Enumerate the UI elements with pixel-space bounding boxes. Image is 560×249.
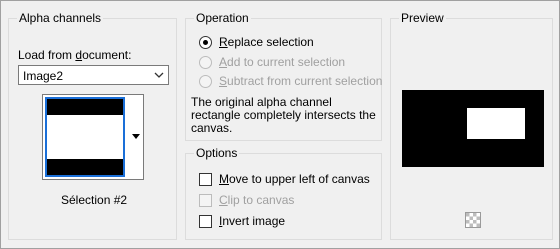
- dialog-body: Alpha channels Load from document: Image…: [0, 0, 560, 249]
- load-from-prefix: Load from: [18, 48, 76, 62]
- alpha-channels-group: Alpha channels Load from document: Image…: [8, 11, 177, 240]
- channel-thumbnail-picker[interactable]: [42, 94, 144, 180]
- thumbnail-caption: Sélection #2: [61, 193, 128, 207]
- load-from-suffix: ocument:: [82, 48, 132, 62]
- radio-subtract-label: Subtract from current selection: [219, 74, 383, 88]
- checkbox-invert-indicator: [199, 215, 212, 228]
- radio-subtract-indicator: [199, 75, 212, 88]
- preview-title: Preview: [399, 11, 446, 25]
- transparency-checker-icon[interactable]: [465, 212, 481, 228]
- radio-replace-indicator: [199, 36, 212, 49]
- channel-thumbnail: [45, 97, 125, 177]
- radio-add-indicator: [199, 56, 212, 69]
- alpha-channels-title: Alpha channels: [17, 11, 104, 25]
- document-select-value: Image2: [23, 69, 64, 83]
- radio-replace-label: Replace selection: [219, 35, 314, 49]
- operation-group: Operation Replace selection Add to curre…: [185, 11, 383, 141]
- radio-add-label: Add to current selection: [219, 55, 346, 69]
- preview-selection-rect: [467, 108, 525, 139]
- checkbox-clip-indicator: [199, 194, 212, 207]
- thumbnail-black-band-bottom: [47, 159, 123, 175]
- description-line-3: canvas.: [191, 121, 233, 135]
- options-title: Options: [194, 146, 240, 160]
- checkbox-invert-label: Invert image: [219, 214, 286, 228]
- chevron-down-icon: [154, 72, 164, 78]
- checkbox-move-label: Move to upper left of canvas: [219, 172, 370, 186]
- document-select[interactable]: Image2: [18, 65, 169, 85]
- preview-canvas: [402, 90, 544, 167]
- thumbnail-black-band-top: [47, 99, 123, 115]
- checkbox-move-indicator: [199, 173, 212, 186]
- operation-title: Operation: [194, 11, 251, 25]
- checkbox-clip-label: Clip to canvas: [219, 193, 295, 207]
- thumbnail-dropdown-arrow-icon[interactable]: [129, 129, 143, 143]
- operation-description: The original alpha channel rectangle com…: [191, 96, 376, 135]
- load-from-document-label: Load from document:: [18, 48, 131, 62]
- options-group: Options Move to upper left of canvas Cli…: [185, 146, 382, 240]
- preview-group: Preview: [390, 11, 553, 240]
